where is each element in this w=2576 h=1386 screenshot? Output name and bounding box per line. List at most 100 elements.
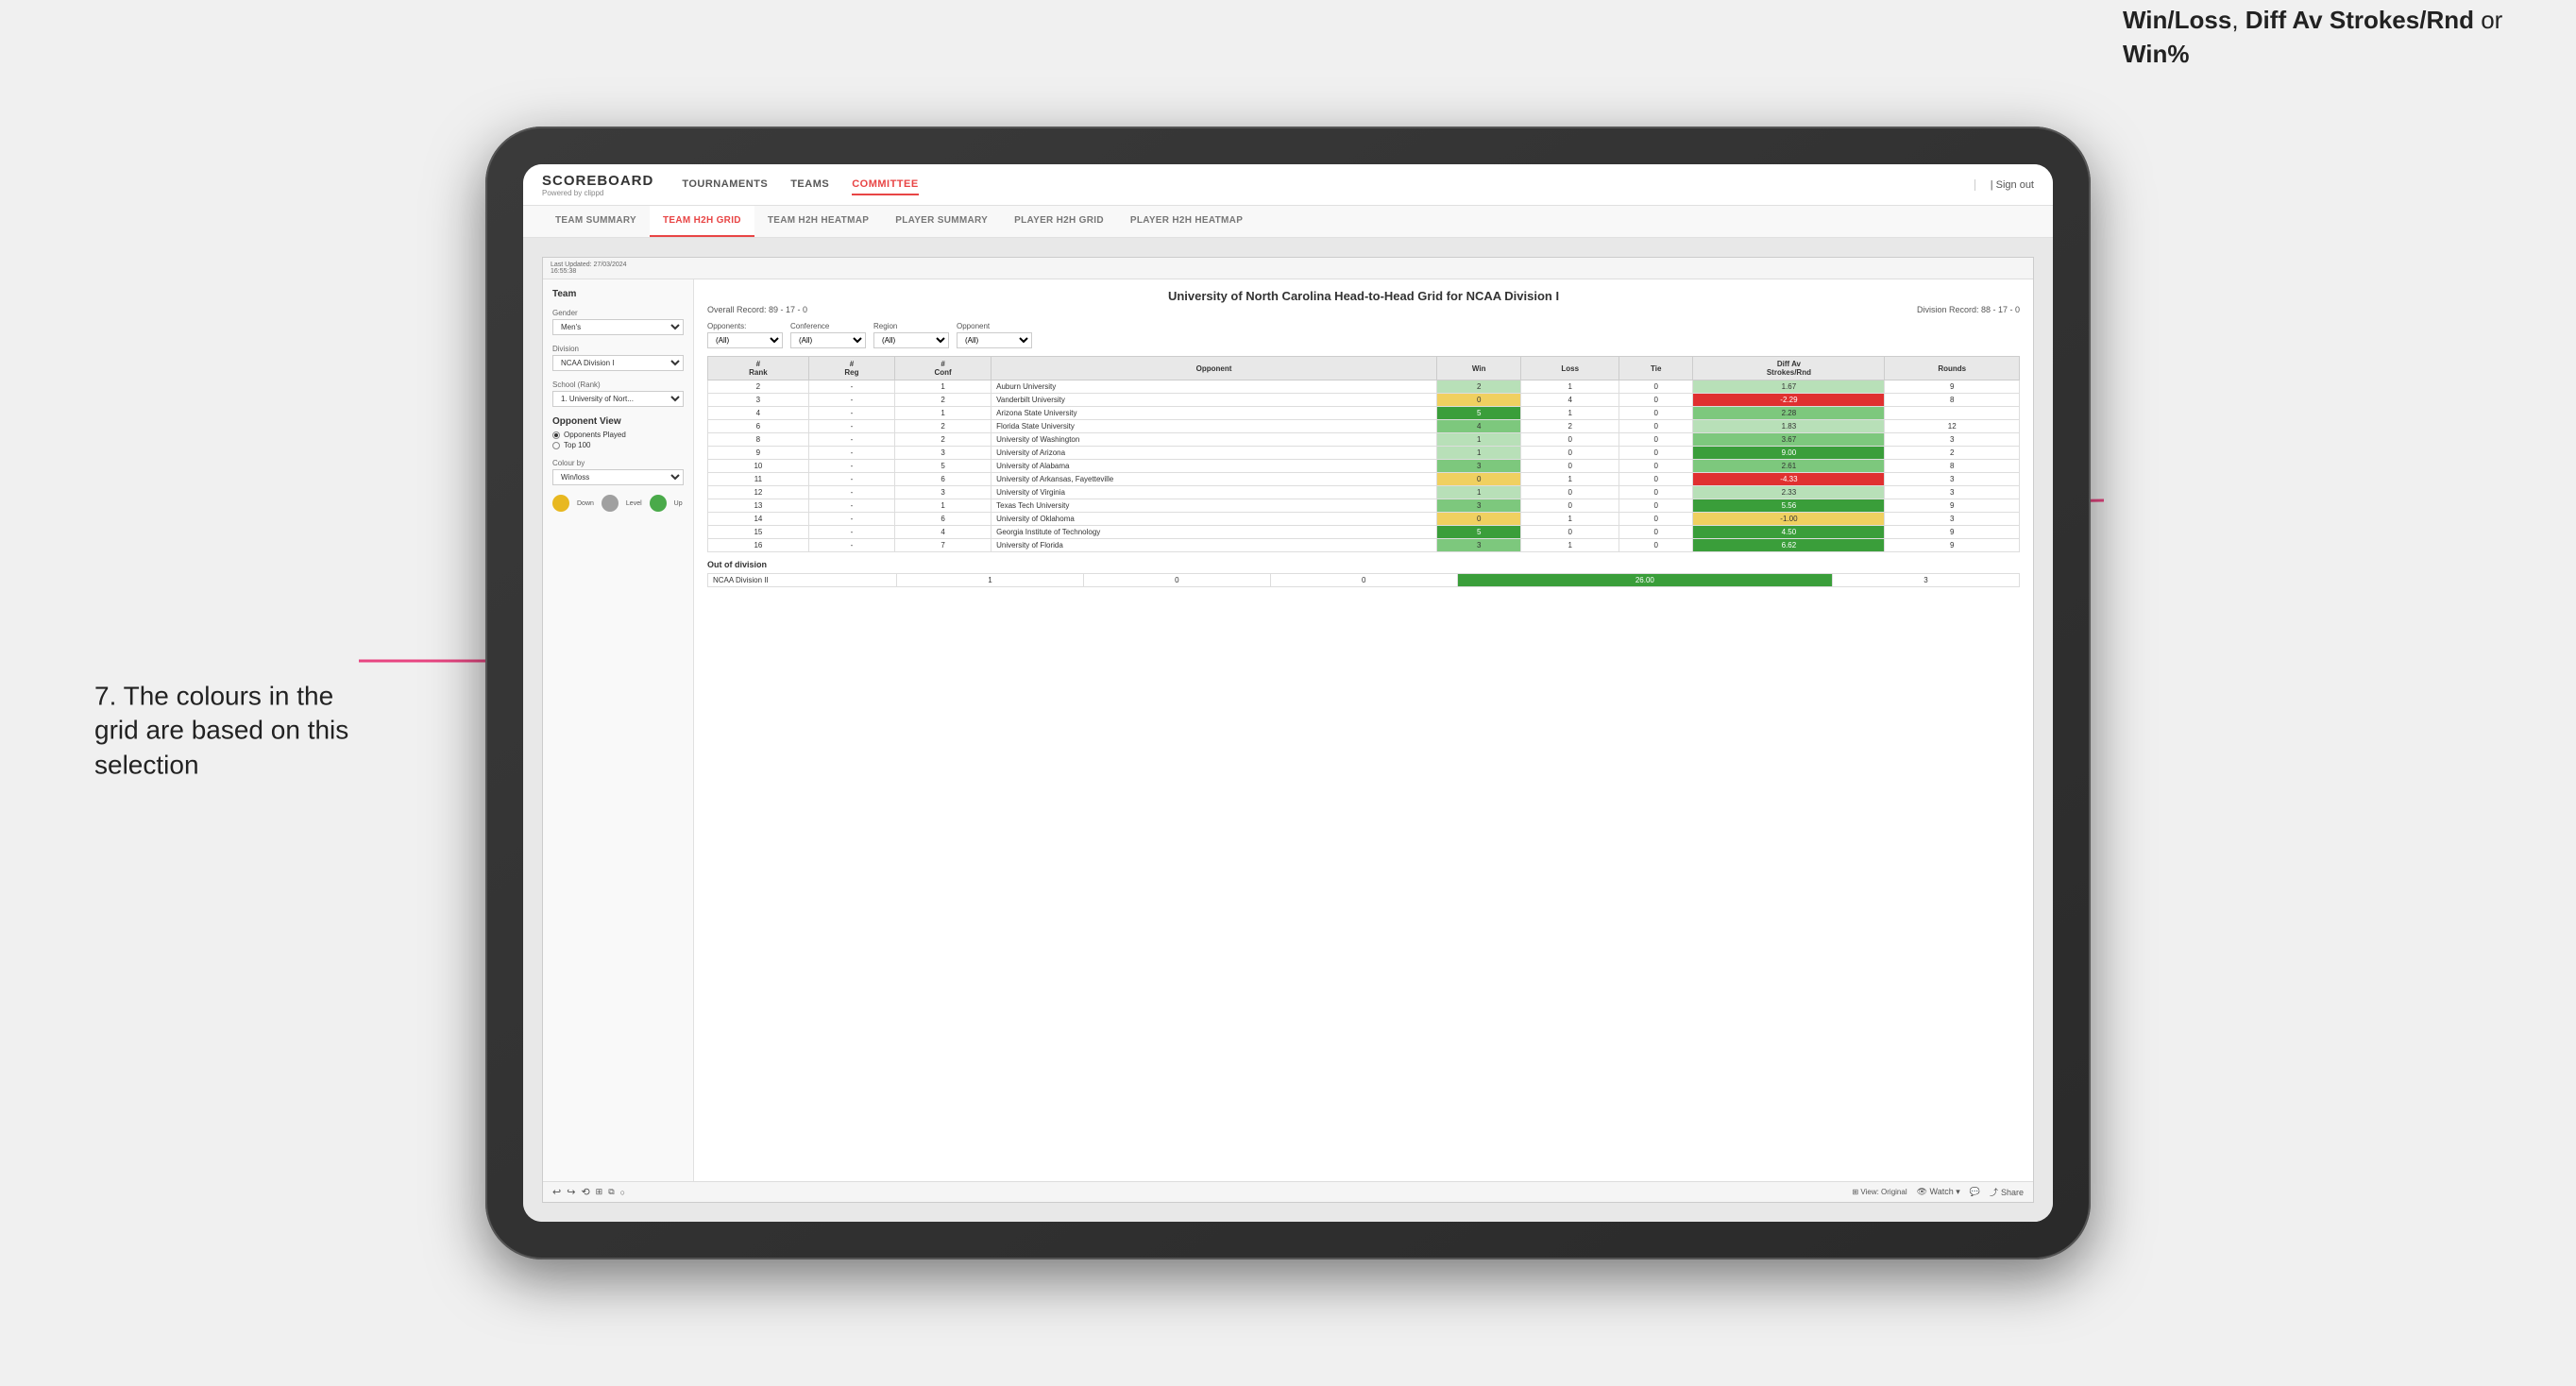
opponent-filter-select[interactable]: (All) bbox=[957, 332, 1032, 348]
cell-win: 0 bbox=[1436, 473, 1520, 486]
out-of-division-header: Out of division bbox=[707, 560, 2020, 569]
cell-diff: 2.33 bbox=[1693, 486, 1885, 499]
conference-filter-select[interactable]: (All) bbox=[790, 332, 866, 348]
cell-opponent: Vanderbilt University bbox=[991, 394, 1437, 407]
col-tie: Tie bbox=[1619, 357, 1693, 380]
toolbar-icon-2[interactable]: ⧉ bbox=[608, 1187, 614, 1197]
out-of-division-row: NCAA Division II 1 0 0 26.00 3 bbox=[708, 574, 2020, 587]
cell-diff: 2.28 bbox=[1693, 407, 1885, 420]
cell-rounds: 3 bbox=[1885, 513, 2020, 526]
cell-diff: 9.00 bbox=[1693, 447, 1885, 460]
col-opponent: Opponent bbox=[991, 357, 1437, 380]
cell-win: 3 bbox=[1436, 499, 1520, 513]
top100-radio[interactable]: Top 100 bbox=[552, 441, 684, 449]
cell-win: 5 bbox=[1436, 407, 1520, 420]
filter-region-label: Region bbox=[873, 322, 949, 330]
cell-loss: 0 bbox=[1521, 460, 1619, 473]
cell-rank: 2 bbox=[708, 380, 809, 394]
tab-player-h2h-heatmap[interactable]: PLAYER H2H HEATMAP bbox=[1117, 206, 1256, 237]
table-row: 6 - 2 Florida State University 4 2 0 1.8… bbox=[708, 420, 2020, 433]
cell-tie: 0 bbox=[1270, 574, 1457, 587]
cell-tie: 0 bbox=[1619, 499, 1693, 513]
cell-win: 1 bbox=[1436, 447, 1520, 460]
col-reg: #Reg bbox=[808, 357, 894, 380]
cell-opponent: University of Virginia bbox=[991, 486, 1437, 499]
region-filter-select[interactable]: (All) bbox=[873, 332, 949, 348]
tab-player-summary[interactable]: PLAYER SUMMARY bbox=[882, 206, 1001, 237]
opponent-view-section: Opponent View Opponents Played Top 100 bbox=[552, 416, 684, 449]
col-conf: #Conf bbox=[895, 357, 991, 380]
grid-area: University of North Carolina Head-to-Hea… bbox=[694, 279, 2033, 1181]
sign-out[interactable]: | Sign out bbox=[1974, 179, 2034, 191]
cell-tie: 0 bbox=[1619, 394, 1693, 407]
cell-reg: - bbox=[808, 460, 894, 473]
gender-select[interactable]: Men's bbox=[552, 319, 684, 335]
cell-rank: 12 bbox=[708, 486, 809, 499]
table-row: 10 - 5 University of Alabama 3 0 0 2.61 … bbox=[708, 460, 2020, 473]
cell-win: 1 bbox=[897, 574, 1084, 587]
team-label: Team bbox=[552, 289, 684, 299]
cell-conf: 6 bbox=[895, 513, 991, 526]
cell-diff: -1.00 bbox=[1693, 513, 1885, 526]
tab-team-summary[interactable]: TEAM SUMMARY bbox=[542, 206, 650, 237]
cell-tie: 0 bbox=[1619, 380, 1693, 394]
cell-rounds: 3 bbox=[1885, 473, 2020, 486]
tableau-container: Last Updated: 27/03/2024 16:55:38 Team G… bbox=[542, 257, 2034, 1203]
school-select[interactable]: 1. University of Nort... bbox=[552, 391, 684, 407]
cell-tie: 0 bbox=[1619, 433, 1693, 447]
comment-icon[interactable]: 💬 bbox=[1970, 1187, 1980, 1197]
opponents-played-radio[interactable]: Opponents Played bbox=[552, 431, 684, 439]
cell-rank: 11 bbox=[708, 473, 809, 486]
tab-player-h2h-grid[interactable]: PLAYER H2H GRID bbox=[1001, 206, 1117, 237]
cell-diff: -2.29 bbox=[1693, 394, 1885, 407]
reset-button[interactable]: ⟲ bbox=[581, 1186, 589, 1198]
cell-rounds: 9 bbox=[1885, 380, 2020, 394]
colour-by-label: Colour by bbox=[552, 459, 684, 467]
cell-reg: - bbox=[808, 499, 894, 513]
cell-conf: 6 bbox=[895, 473, 991, 486]
cell-win: 4 bbox=[1436, 420, 1520, 433]
cell-opponent: University of Arizona bbox=[991, 447, 1437, 460]
watch-button[interactable]: 👁 Watch ▾ bbox=[1917, 1187, 1960, 1197]
opponents-filter-select[interactable]: (All) bbox=[707, 332, 783, 348]
cell-tie: 0 bbox=[1619, 473, 1693, 486]
redo-button[interactable]: ↪ bbox=[567, 1186, 575, 1198]
cell-diff: 4.50 bbox=[1693, 526, 1885, 539]
cell-diff: 6.62 bbox=[1693, 539, 1885, 552]
table-row: 8 - 2 University of Washington 1 0 0 3.6… bbox=[708, 433, 2020, 447]
undo-button[interactable]: ↩ bbox=[552, 1186, 561, 1198]
view-original[interactable]: ⊞ View: Original bbox=[1852, 1188, 1907, 1196]
toolbar-icon-3[interactable]: ○ bbox=[620, 1188, 625, 1197]
cell-loss: 1 bbox=[1521, 407, 1619, 420]
nav-teams[interactable]: TEAMS bbox=[790, 175, 829, 195]
cell-rounds: 12 bbox=[1885, 420, 2020, 433]
cell-tie: 0 bbox=[1619, 486, 1693, 499]
cell-reg: - bbox=[808, 539, 894, 552]
cell-loss: 1 bbox=[1521, 539, 1619, 552]
division-select[interactable]: NCAA Division I bbox=[552, 355, 684, 371]
nav-committee[interactable]: COMMITTEE bbox=[852, 175, 919, 195]
left-panel: Team Gender Men's Division NCAA Division bbox=[543, 279, 694, 1181]
filter-conference-label: Conference bbox=[790, 322, 866, 330]
colour-by-select[interactable]: Win/loss bbox=[552, 469, 684, 485]
toolbar-icon-1[interactable]: ⊞ bbox=[596, 1187, 603, 1197]
nav-tournaments[interactable]: TOURNAMENTS bbox=[682, 175, 768, 195]
tableau-toolbar-top: Last Updated: 27/03/2024 16:55:38 bbox=[543, 258, 2033, 279]
cell-reg: - bbox=[808, 394, 894, 407]
cell-rank: 3 bbox=[708, 394, 809, 407]
share-button[interactable]: ⤴ Share bbox=[1990, 1186, 2024, 1198]
cell-tie: 0 bbox=[1619, 513, 1693, 526]
cell-tie: 0 bbox=[1619, 420, 1693, 433]
division-section: Division NCAA Division I bbox=[552, 345, 684, 371]
cell-tie: 0 bbox=[1619, 526, 1693, 539]
gender-label: Gender bbox=[552, 309, 684, 317]
tableau-content: Team Gender Men's Division NCAA Division bbox=[543, 279, 2033, 1181]
up-label: Up bbox=[674, 500, 683, 507]
cell-reg: - bbox=[808, 420, 894, 433]
cell-opponent: Auburn University bbox=[991, 380, 1437, 394]
division-label: Division bbox=[552, 345, 684, 353]
tablet-screen: SCOREBOARD Powered by clippd TOURNAMENTS… bbox=[523, 164, 2053, 1222]
tab-team-h2h-grid[interactable]: TEAM H2H GRID bbox=[650, 206, 754, 237]
tab-team-h2h-heatmap[interactable]: TEAM H2H HEATMAP bbox=[754, 206, 882, 237]
cell-loss: 0 bbox=[1083, 574, 1270, 587]
